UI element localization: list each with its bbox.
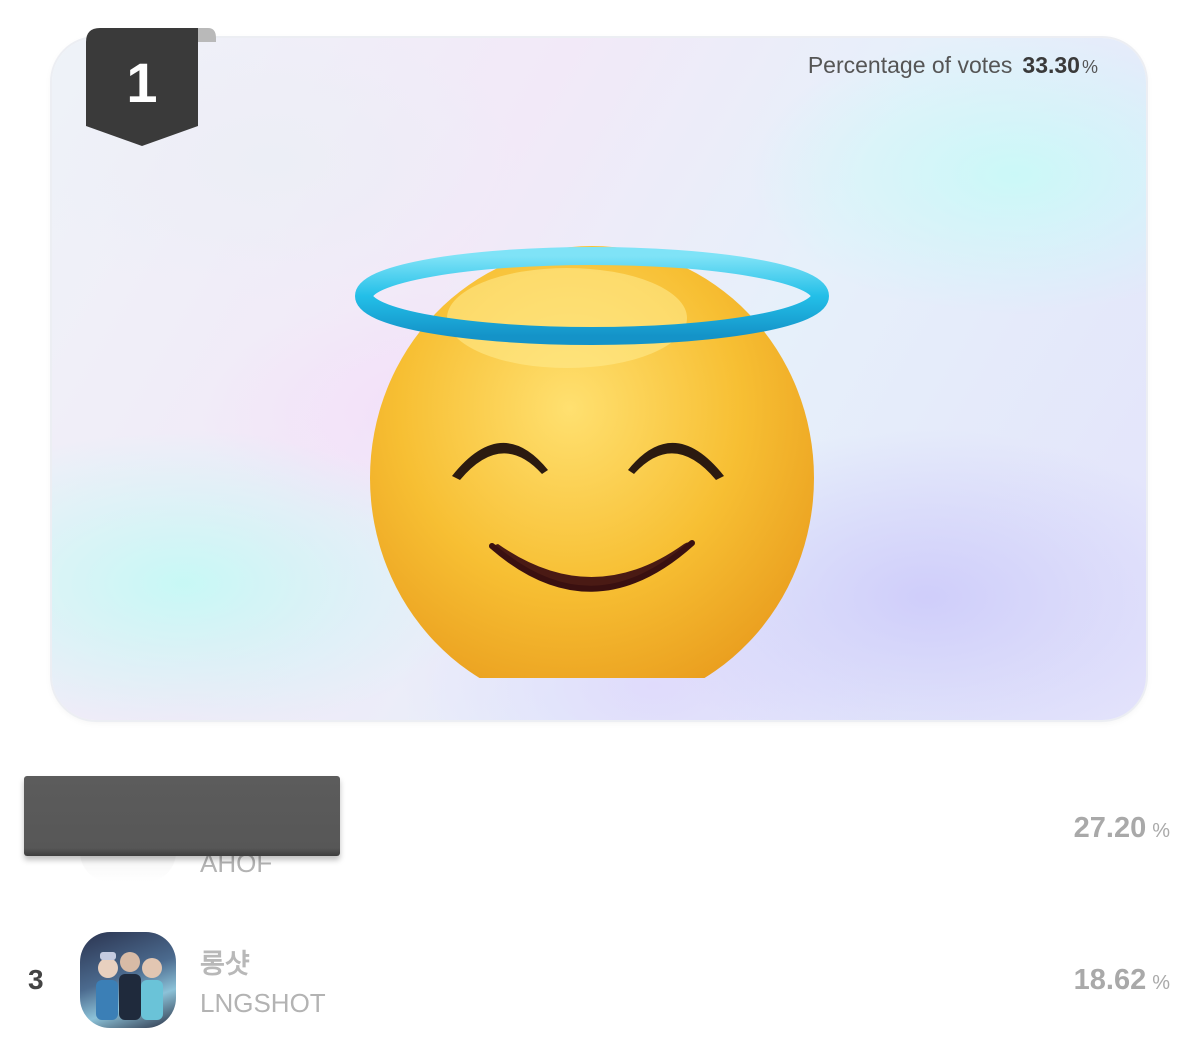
vote-ranking-page: Percentage of votes 33.30 % 1 AHOF 27.20… [0,0,1200,1045]
avatar [80,932,176,1028]
vote-percentage-unit: % [1152,820,1170,842]
list-item-rank-3[interactable]: 3 롱샷 LNGSHOT 18.62 % [0,930,1200,1040]
winner-card[interactable]: Percentage of votes 33.30 % [52,38,1146,720]
winner-vote-percentage: Percentage of votes 33.30 % [808,52,1098,79]
redaction-box [24,776,340,856]
vote-percentage-value: 27.20 [1073,812,1147,844]
vote-percentage: 27.20 % [1074,812,1170,845]
group-name-ko: 롱샷 [200,949,250,979]
rank-badge: 1 [86,28,216,148]
vote-percentage: 18.62 % [1074,964,1170,997]
vote-percentage-unit: % [1081,57,1098,77]
vote-percentage-label: Percentage of votes [807,52,1013,78]
rank-number: 1 [126,51,158,114]
smiling-face-with-halo-icon [355,246,829,678]
vote-percentage-unit: % [1152,972,1170,994]
rank-number: 3 [28,964,44,995]
vote-percentage-value: 18.62 [1073,964,1147,996]
group-name-en: LNGSHOT [200,988,326,1018]
vote-percentage-value: 33.30 [1022,52,1080,78]
